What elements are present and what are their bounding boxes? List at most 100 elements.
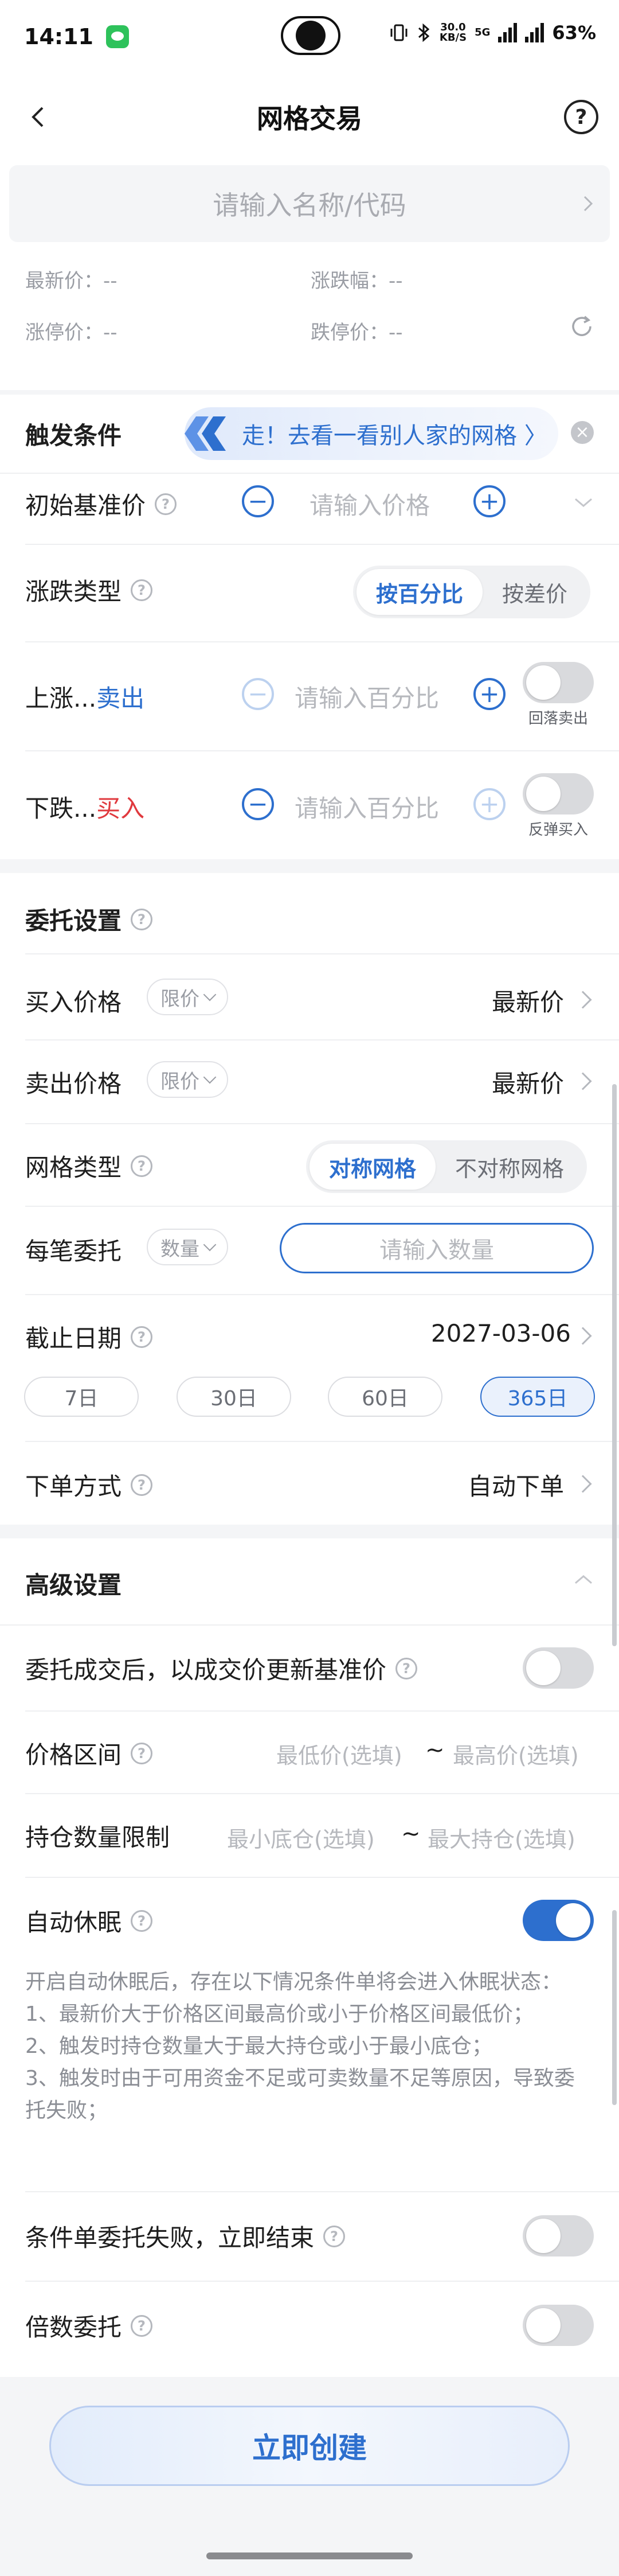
grid-type-label: 网格类型? xyxy=(25,1148,153,1183)
price-min-input[interactable]: 最低价(选填) xyxy=(276,1738,402,1770)
status-icons: 30.0 KB/S 5G 63% xyxy=(389,22,596,44)
help-icon[interactable]: ? xyxy=(323,2225,346,2247)
net-speed: 30.0 KB/S xyxy=(439,21,467,44)
latest-price: 最新价：-- xyxy=(25,270,117,293)
help-icon[interactable]: ? xyxy=(131,2314,153,2337)
help-icon[interactable]: ? xyxy=(131,1155,153,1177)
multiple-order-label: 倍数委托? xyxy=(25,2308,153,2343)
advanced-card: 高级设置 委托成交后，以成交价更新基准价? 价格区间? 最低价(选填) ~ 最高… xyxy=(0,1538,619,2377)
deadline-chip-365d[interactable]: 365日 xyxy=(480,1377,595,1417)
help-icon[interactable]: ? xyxy=(131,908,153,930)
plus-button[interactable]: + xyxy=(473,485,506,517)
home-indicator[interactable] xyxy=(206,2552,413,2559)
deadline-label: 截止日期? xyxy=(25,1319,153,1354)
price-range-label: 价格区间? xyxy=(25,1736,153,1771)
order-method-value[interactable]: 自动下单 xyxy=(468,1467,564,1502)
minus-button[interactable]: − xyxy=(242,788,274,820)
auto-sleep-toggle[interactable] xyxy=(523,1900,594,1941)
scrollbar[interactable] xyxy=(612,1084,617,1646)
option-symmetric-grid[interactable]: 对称网格 xyxy=(310,1144,436,1190)
vibrate-icon xyxy=(390,24,408,41)
rebound-buy-toggle[interactable] xyxy=(523,773,594,815)
option-asymmetric-grid[interactable]: 不对称网格 xyxy=(436,1144,583,1190)
fail-end-toggle[interactable] xyxy=(523,2215,594,2257)
option-by-difference[interactable]: 按差价 xyxy=(483,569,587,615)
deadline-chip-7d[interactable]: 7日 xyxy=(24,1377,139,1417)
minus-button[interactable]: − xyxy=(242,678,274,710)
help-icon[interactable]: ? xyxy=(155,493,177,515)
deadline-value[interactable]: 2027-03-06 xyxy=(431,1319,571,1347)
status-bar: 14:11 30.0 KB/S 5G 63% xyxy=(0,0,619,73)
auto-sleep-description: 开启自动休眠后，存在以下情况条件单将会进入休眠状态： 1、最新价大于价格区间最高… xyxy=(25,1970,575,2122)
help-icon[interactable]: ? xyxy=(131,1909,153,1932)
deadline-chip-30d[interactable]: 30日 xyxy=(177,1377,291,1417)
help-icon[interactable]: ? xyxy=(131,1742,153,1764)
fall-buy-label: 下跌... 买入 xyxy=(25,794,145,823)
create-button[interactable]: 立即创建 xyxy=(49,2406,570,2486)
auto-sleep-label: 自动休眠? xyxy=(25,1903,153,1938)
sell-price-value[interactable]: 最新价 xyxy=(492,1065,564,1100)
stock-card: 请输入名称/代码 最新价：-- 涨跌幅：-- 涨停价：-- 跌停价：-- xyxy=(0,161,619,390)
wechat-notification-icon xyxy=(105,25,129,48)
chevron-right-icon xyxy=(574,1475,592,1493)
stock-search-input[interactable]: 请输入名称/代码 xyxy=(9,165,610,242)
back-button[interactable] xyxy=(22,101,54,133)
change-type-label: 涨跌类型? xyxy=(25,572,153,607)
signal-icon-2 xyxy=(525,23,544,42)
price-max-input[interactable]: 最高价(选填) xyxy=(453,1738,579,1770)
chevron-down-icon[interactable] xyxy=(573,496,594,512)
minus-button[interactable]: − xyxy=(242,485,274,517)
position-max-input[interactable]: 最大持仓(选填) xyxy=(428,1822,575,1853)
position-limit-label: 持仓数量限制 xyxy=(25,1823,170,1852)
fall-percent-input[interactable]: 请输入百分比 xyxy=(295,789,439,824)
page-title: 网格交易 xyxy=(257,103,362,134)
help-button[interactable]: ? xyxy=(564,100,598,134)
pullback-sell-toggle[interactable] xyxy=(523,662,594,703)
deadline-chip-60d[interactable]: 60日 xyxy=(328,1377,442,1417)
base-price-label: 初始基准价? xyxy=(25,486,177,521)
grid-showcase-banner[interactable]: 走！去看一看别人家的网格 〉 xyxy=(185,407,558,460)
dynamic-island xyxy=(281,16,340,55)
update-base-label: 委托成交后，以成交价更新基准价? xyxy=(25,1651,418,1686)
order-title: 委托设置? xyxy=(25,902,153,937)
update-base-toggle[interactable] xyxy=(523,1647,594,1689)
help-icon[interactable]: ? xyxy=(131,1474,153,1496)
rise-percent-input[interactable]: 请输入百分比 xyxy=(295,679,439,714)
refresh-icon[interactable] xyxy=(569,313,595,342)
nav-bar: 网格交易 ? xyxy=(0,73,619,161)
bluetooth-icon xyxy=(418,23,430,42)
help-icon[interactable]: ? xyxy=(131,579,153,601)
stock-search-placeholder: 请输入名称/代码 xyxy=(213,190,406,221)
base-price-input[interactable]: 请输入价格 xyxy=(310,486,430,521)
advanced-title: 高级设置 xyxy=(25,1571,122,1599)
scrollbar-lower[interactable] xyxy=(612,1910,617,2105)
help-icon[interactable]: ? xyxy=(131,1326,153,1348)
chevron-right-icon xyxy=(574,991,592,1009)
change-percent: 涨跌幅：-- xyxy=(311,270,403,293)
plus-button[interactable]: + xyxy=(473,678,506,710)
fail-end-label: 条件单委托失败，立即结束? xyxy=(25,2219,346,2254)
limit-up-price: 涨停价：-- xyxy=(25,321,117,344)
buy-price-value[interactable]: 最新价 xyxy=(492,983,564,1018)
per-order-quantity-input[interactable]: 请输入数量 xyxy=(280,1223,594,1273)
plus-button[interactable]: + xyxy=(473,788,506,820)
help-icon[interactable]: ? xyxy=(395,1657,418,1679)
position-min-input[interactable]: 最小底仓(选填) xyxy=(227,1822,375,1853)
option-by-percent[interactable]: 按百分比 xyxy=(356,569,483,615)
close-icon[interactable]: × xyxy=(571,421,594,444)
status-time: 14:11 xyxy=(24,24,93,49)
range-separator: ~ xyxy=(425,1737,445,1763)
per-order-type-select[interactable]: 数量 xyxy=(147,1229,228,1265)
chevron-right-icon xyxy=(581,190,595,221)
banner-text: 走！去看一看别人家的网格 〉 xyxy=(242,423,547,449)
chevron-up-icon[interactable] xyxy=(573,1573,594,1589)
chevron-right-icon xyxy=(574,1072,592,1090)
limit-down-price: 跌停价：-- xyxy=(311,321,403,344)
battery-level: 63% xyxy=(552,22,596,44)
multiple-order-toggle[interactable] xyxy=(523,2305,594,2346)
buy-price-type-select[interactable]: 限价 xyxy=(147,979,228,1015)
rise-sell-label: 上涨... 卖出 xyxy=(25,684,145,712)
order-method-label: 下单方式? xyxy=(25,1467,153,1502)
camera-icon xyxy=(296,21,326,50)
sell-price-type-select[interactable]: 限价 xyxy=(147,1061,228,1098)
